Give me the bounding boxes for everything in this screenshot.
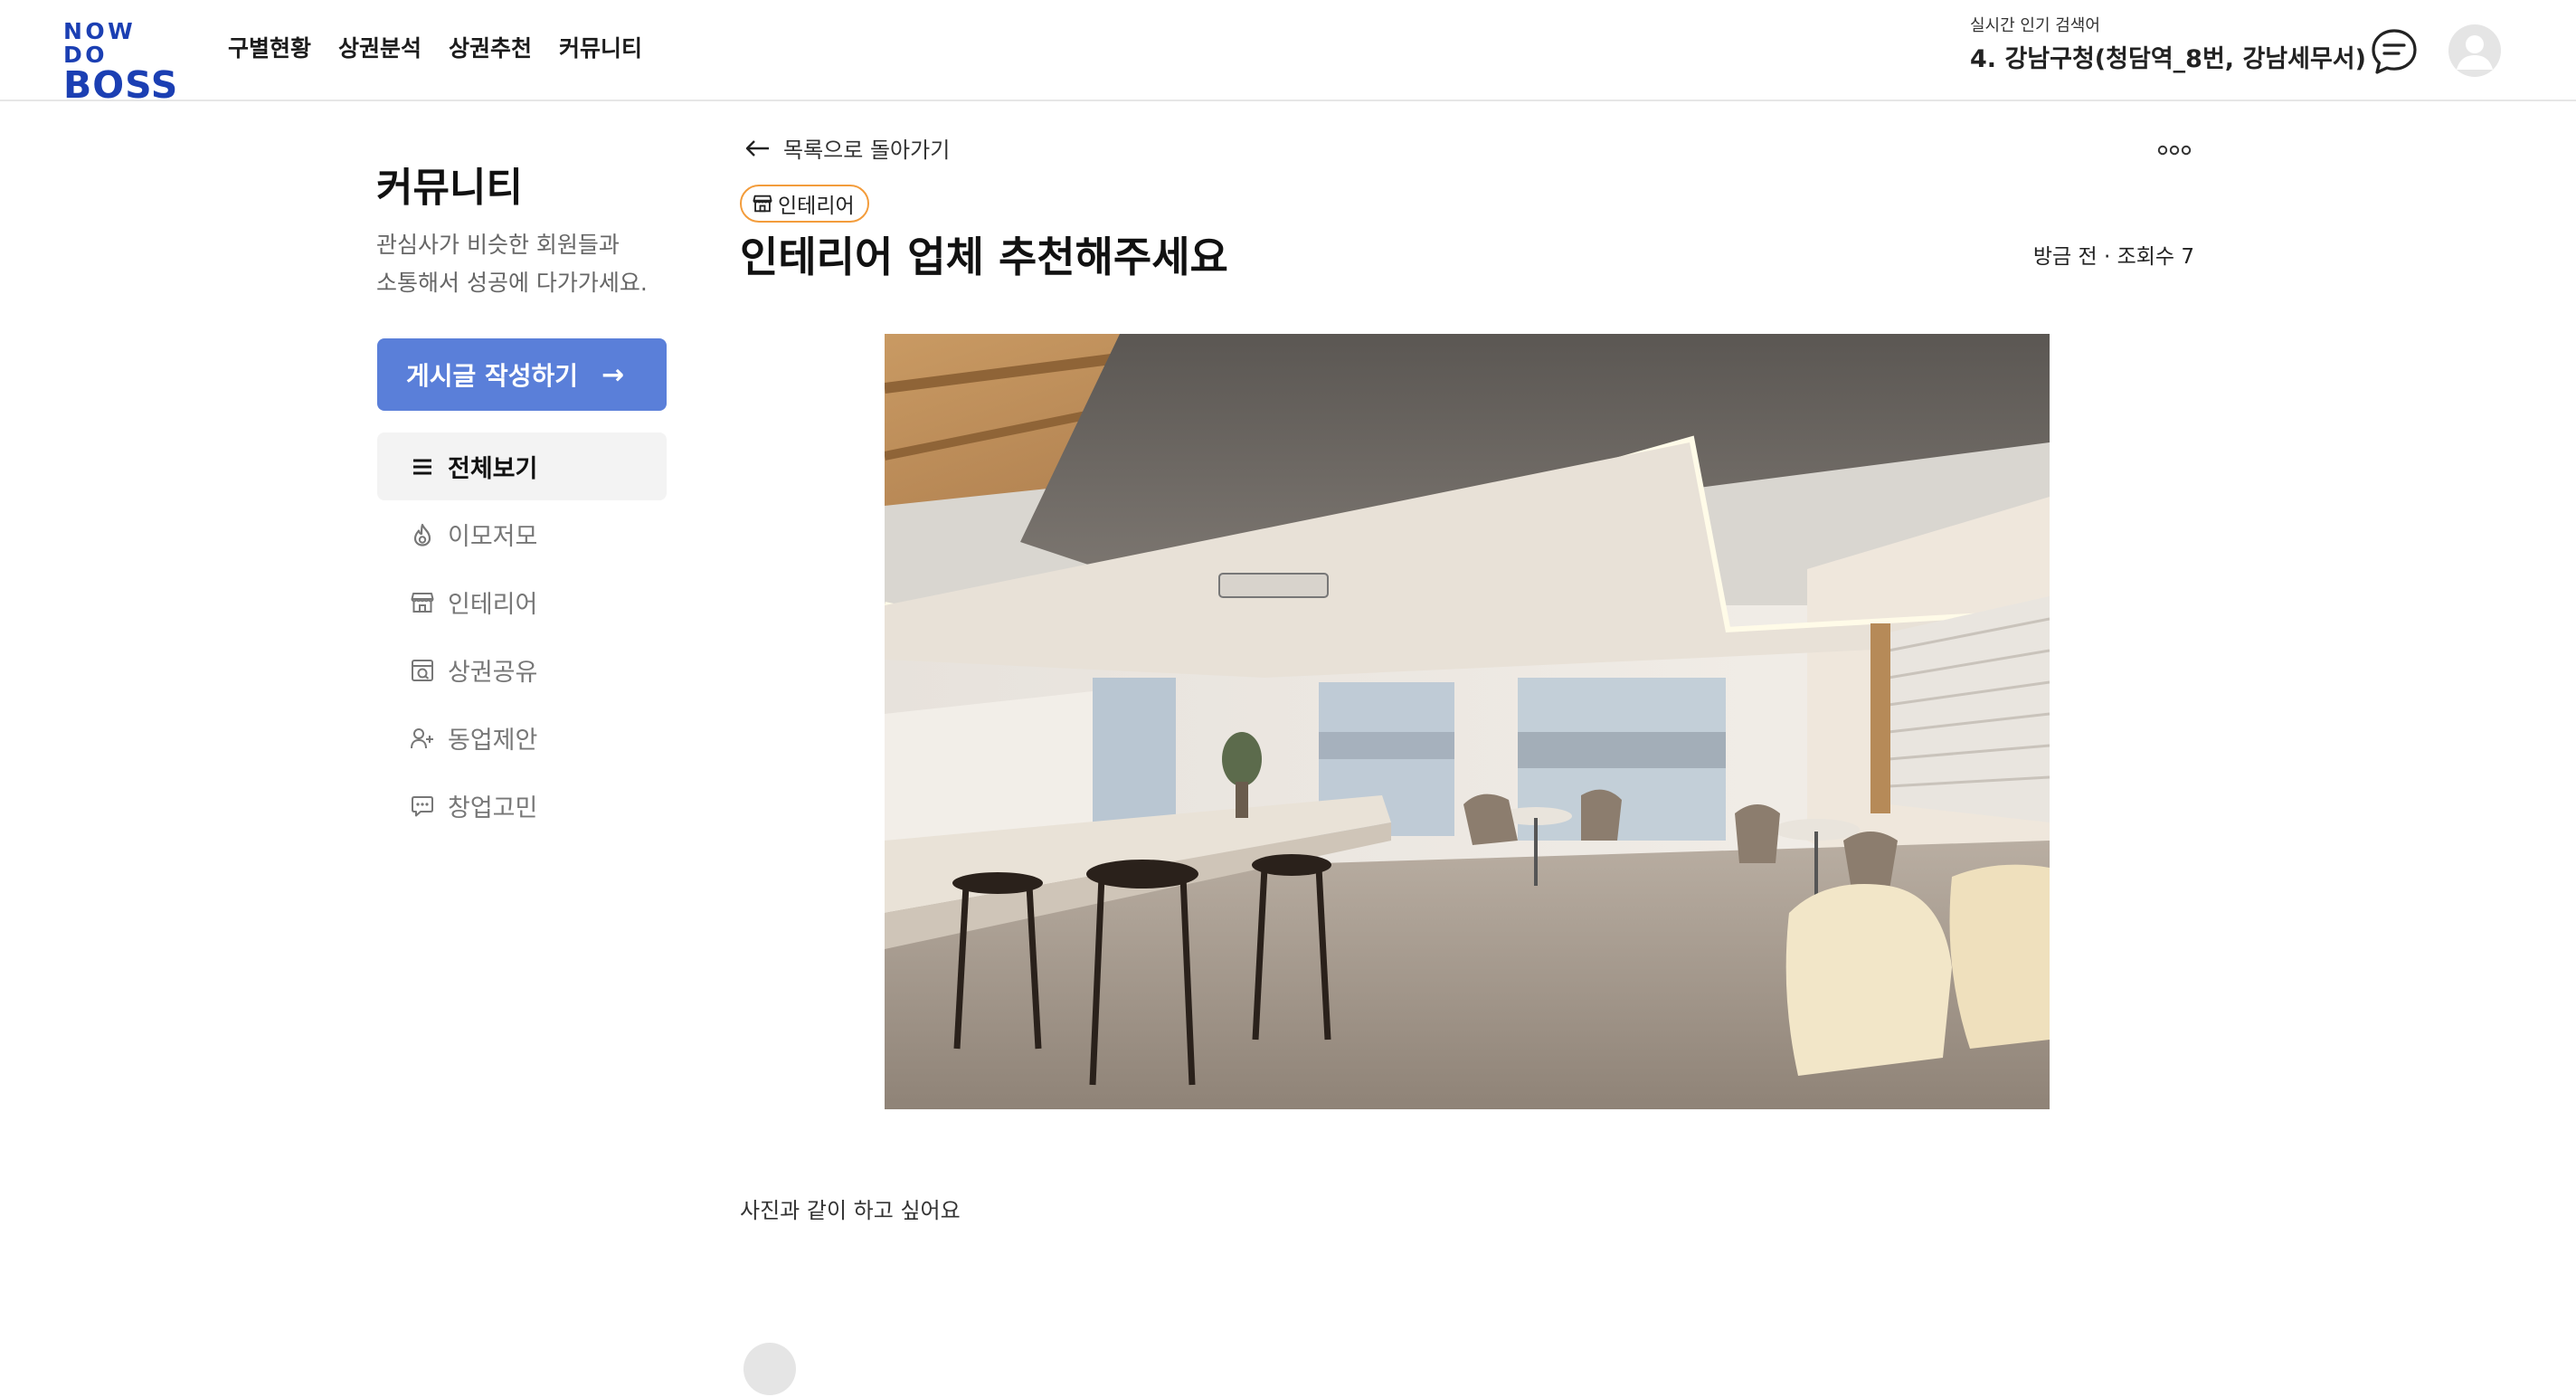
chat-dots-icon xyxy=(410,794,435,819)
post-body: 사진과 같이 하고 싶어요 xyxy=(740,1198,961,1223)
logo-line1: NOW DO xyxy=(63,18,137,68)
menu-item-label: 동업제안 xyxy=(448,727,538,755)
category-tag-label: 인테리어 xyxy=(778,195,855,218)
trending-keyword-text: 4. 강남구청(청담역_8번, 강남세무서) xyxy=(1970,45,2366,73)
menu-item-misc[interactable]: 이모저모 xyxy=(377,500,667,568)
logo-line2: BOSS xyxy=(63,63,179,107)
menu-item-label: 이모저모 xyxy=(448,523,538,551)
sidebar-title: 커뮤니티 xyxy=(376,165,523,211)
sidebar-description-line2: 소통해서 성공에 다가가세요. xyxy=(376,270,648,296)
user-avatar-icon[interactable] xyxy=(2448,24,2501,77)
nav-area-analysis[interactable]: 상권분석 xyxy=(338,33,421,65)
comment-avatar-icon xyxy=(743,1343,796,1395)
back-to-list-link[interactable]: 목록으로 돌아가기 xyxy=(743,132,950,164)
map-share-icon xyxy=(410,658,435,683)
top-header: NOW DO BOSS 구별현황 상권분석 상권추천 커뮤니티 실시간 인기 검… xyxy=(0,0,2576,105)
storefront-icon xyxy=(410,590,435,615)
back-label: 목록으로 돌아가기 xyxy=(783,138,951,163)
trending-caption: 실시간 인기 검색어 xyxy=(1970,16,2100,35)
storefront-icon xyxy=(753,195,772,213)
list-icon xyxy=(410,454,435,480)
menu-item-label: 인테리어 xyxy=(448,591,538,619)
write-post-button[interactable]: 게시글 작성하기 → xyxy=(377,338,667,411)
write-post-label: 게시글 작성하기 xyxy=(406,361,579,391)
arrow-left-icon xyxy=(745,139,769,157)
sidebar-description-line1: 관심사가 비슷한 회원들과 xyxy=(376,232,620,258)
menu-item-label: 전체보기 xyxy=(448,455,538,483)
category-tag: 인테리어 xyxy=(740,185,869,223)
post-title: 인테리어 업체 추천해주세요 xyxy=(740,233,1228,281)
menu-item-startup-worries[interactable]: 창업고민 xyxy=(377,772,667,840)
more-options-icon[interactable] xyxy=(2156,143,2192,157)
flame-icon xyxy=(410,522,435,547)
user-plus-icon xyxy=(410,726,435,751)
sidebar-description: 관심사가 비슷한 회원들과 소통해서 성공에 다가가세요. xyxy=(376,226,684,302)
menu-item-all[interactable]: 전체보기 xyxy=(377,432,667,500)
trending-keyword[interactable]: 실시간 인기 검색어 4. 강남구청(청담역_8번, 강남세무서) xyxy=(1970,14,2368,78)
menu-item-label: 상권공유 xyxy=(448,659,538,687)
main-nav: 구별현황 상권분석 상권추천 커뮤니티 xyxy=(228,33,642,65)
nowdoboss-logo[interactable]: NOW DO BOSS xyxy=(63,18,190,105)
menu-item-area-share[interactable]: 상권공유 xyxy=(377,636,667,704)
nav-area-recommend[interactable]: 상권추천 xyxy=(449,33,532,65)
menu-item-label: 창업고민 xyxy=(448,794,538,822)
menu-item-interior[interactable]: 인테리어 xyxy=(377,568,667,636)
menu-item-partnership[interactable]: 동업제안 xyxy=(377,704,667,772)
chat-bubble-icon[interactable] xyxy=(2370,27,2419,76)
category-menu: 전체보기 이모저모 인테리어 상권공유 동업제안 창업고민 xyxy=(377,432,667,840)
nav-district-status[interactable]: 구별현황 xyxy=(228,33,311,65)
cafe-interior-photo xyxy=(885,334,2050,1109)
arrow-right-icon: → xyxy=(601,358,625,391)
nav-community[interactable]: 커뮤니티 xyxy=(559,33,642,65)
post-meta: 방금 전 · 조회수 7 xyxy=(2032,245,2194,269)
